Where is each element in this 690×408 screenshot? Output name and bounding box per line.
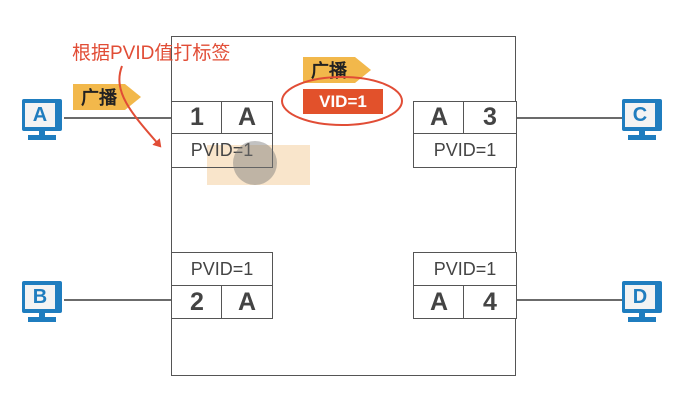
- port-3-number: 3: [463, 101, 517, 134]
- host-d-label: D: [625, 285, 655, 309]
- port-1-vlan: A: [221, 101, 273, 134]
- link-d: [516, 299, 622, 301]
- host-b-icon: B: [20, 281, 64, 325]
- broadcast-label-ingress: 广播: [73, 84, 125, 110]
- port-2-pvid: PVID=1: [171, 252, 273, 286]
- link-a: [64, 117, 172, 119]
- port-4-pvid: PVID=1: [413, 252, 517, 286]
- link-c: [516, 117, 622, 119]
- port-4-vlan: A: [413, 285, 465, 319]
- port-1-number: 1: [171, 101, 223, 134]
- port-2-vlan: A: [221, 285, 273, 319]
- host-a-icon: A: [20, 99, 64, 143]
- cursor-circle: [233, 141, 277, 185]
- host-a-label: A: [25, 103, 55, 127]
- port-3-pvid: PVID=1: [413, 133, 517, 168]
- annotation-text: 根据PVID值打标签: [72, 43, 231, 64]
- broadcast-arrow-tagged: 广播: [303, 57, 371, 83]
- host-b-label: B: [25, 285, 55, 309]
- broadcast-arrow-ingress: 广播: [73, 84, 141, 110]
- vid-tag: VID=1: [303, 89, 383, 114]
- switch: [171, 36, 516, 376]
- port-4-number: 4: [463, 285, 517, 319]
- host-c-label: C: [625, 103, 655, 127]
- link-b: [64, 299, 172, 301]
- port-3-vlan: A: [413, 101, 465, 134]
- broadcast-label-tagged: 广播: [303, 57, 355, 83]
- host-c-icon: C: [620, 99, 664, 143]
- port-2-number: 2: [171, 285, 223, 319]
- host-d-icon: D: [620, 281, 664, 325]
